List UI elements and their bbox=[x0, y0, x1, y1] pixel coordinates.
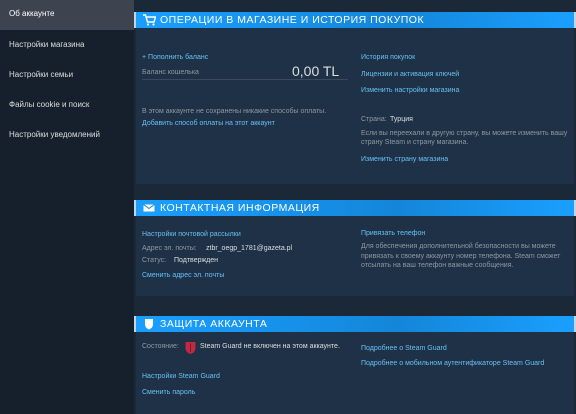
email-prefs-link[interactable]: Настройки почтовой рассылки bbox=[142, 231, 241, 238]
state-label: Состояние: bbox=[142, 343, 179, 350]
wallet-divider bbox=[142, 79, 348, 80]
sidebar: Об аккаунте Настройки магазина Настройки… bbox=[0, 0, 134, 414]
store-settings-link[interactable]: Изменить настройки магазина bbox=[361, 87, 459, 94]
contact-section-body: Настройки почтовой рассылки Адрес эл. по… bbox=[136, 216, 574, 296]
shield-icon bbox=[145, 319, 153, 330]
security-section-title: ЗАЩИТА АККАУНТА bbox=[160, 318, 268, 330]
purchase-history-link[interactable]: История покупок bbox=[361, 54, 415, 61]
store-section: ОПЕРАЦИИ В МАГАЗИНЕ И ИСТОРИЯ ПОКУПОК + … bbox=[134, 12, 576, 184]
store-section-body: + Пополнить баланс Баланс кошелька 0,00 … bbox=[136, 28, 574, 184]
add-payment-link[interactable]: Добавить способ оплаты на этот аккаунт bbox=[142, 120, 275, 127]
more-guard-link[interactable]: Подробнее о Steam Guard bbox=[361, 345, 447, 352]
sidebar-item-cookies[interactable]: Файлы cookie и поиск bbox=[0, 90, 134, 120]
change-password-link[interactable]: Сменить пароль bbox=[142, 389, 195, 396]
sidebar-item-store-settings[interactable]: Настройки магазина bbox=[0, 30, 134, 60]
sidebar-item-about-account[interactable]: Об аккаунте bbox=[0, 0, 134, 30]
guard-status: Steam Guard не включен на этом аккаунте. bbox=[200, 343, 340, 350]
security-section-header: ЗАЩИТА АККАУНТА bbox=[134, 316, 576, 332]
contact-section: КОНТАКТНАЯ ИНФОРМАЦИЯ Настройки почтовой… bbox=[134, 200, 576, 296]
change-country-link[interactable]: Изменить страну магазина bbox=[361, 156, 448, 163]
contact-section-title: КОНТАКТНАЯ ИНФОРМАЦИЯ bbox=[160, 202, 320, 214]
main-content: ОПЕРАЦИИ В МАГАЗИНЕ И ИСТОРИЯ ПОКУПОК + … bbox=[134, 0, 576, 414]
change-email-link[interactable]: Сменить адрес эл. почты bbox=[142, 272, 224, 279]
store-section-title: ОПЕРАЦИИ В МАГАЗИНЕ И ИСТОРИЯ ПОКУПОК bbox=[160, 14, 425, 26]
store-section-header: ОПЕРАЦИИ В МАГАЗИНЕ И ИСТОРИЯ ПОКУПОК bbox=[134, 12, 576, 28]
status-label: Статус: bbox=[142, 257, 167, 264]
email-label: Адрес эл. почты: bbox=[142, 245, 197, 252]
shield-warning-icon bbox=[185, 342, 196, 354]
security-section-body: Состояние: Steam Guard не включен на это… bbox=[136, 332, 574, 414]
licenses-link[interactable]: Лицензии и активация ключей bbox=[361, 71, 459, 78]
contact-section-header: КОНТАКТНАЯ ИНФОРМАЦИЯ bbox=[134, 200, 576, 216]
payment-note: В этом аккаунте не сохранены никакие спо… bbox=[142, 108, 327, 115]
cart-icon bbox=[143, 14, 156, 26]
phone-note: Для обеспечения дополнительной безопасно… bbox=[361, 243, 561, 269]
add-phone-link[interactable]: Привязать телефон bbox=[361, 230, 425, 237]
email-value: ztbr_oegp_1781@gazeta.pl bbox=[206, 245, 293, 252]
status-value: Подтвержден bbox=[174, 257, 219, 264]
sidebar-item-family-settings[interactable]: Настройки семьи bbox=[0, 60, 134, 90]
country-note: Если вы переехали в другую страну, вы мо… bbox=[361, 130, 568, 146]
guard-settings-link[interactable]: Настройки Steam Guard bbox=[142, 373, 220, 380]
wallet-amount: 0,00 TL bbox=[292, 63, 340, 79]
security-section: ЗАЩИТА АККАУНТА Состояние: Steam Guard н… bbox=[134, 316, 576, 414]
more-mobile-link[interactable]: Подробнее о мобильном аутентификаторе St… bbox=[361, 360, 544, 367]
envelope-icon bbox=[143, 204, 155, 212]
sidebar-item-notifications[interactable]: Настройки уведомлений bbox=[0, 120, 134, 150]
country-value: Турция bbox=[390, 116, 413, 123]
wallet-label: Баланс кошелька bbox=[142, 69, 199, 76]
country-label: Страна: bbox=[361, 116, 387, 123]
add-funds-link[interactable]: + Пополнить баланс bbox=[142, 54, 208, 61]
